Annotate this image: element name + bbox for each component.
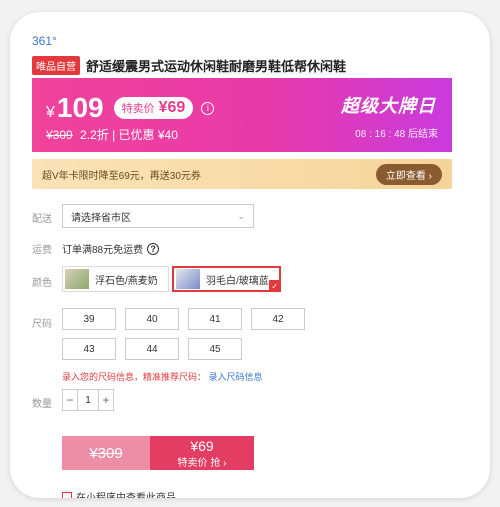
- mini-program-link[interactable]: 在小程序中查看此商品: [62, 489, 176, 498]
- special-price-value: ¥69: [158, 99, 186, 116]
- saved-text: | 已优惠 ¥40: [112, 128, 178, 142]
- product-card: 361° 唯品自营 舒适缓震男式运动休闲鞋耐磨男鞋低帮休闲鞋 ¥ 109 特卖价…: [10, 12, 490, 498]
- address-placeholder: 请选择省市区: [71, 212, 131, 224]
- self-operated-tag: 唯品自营: [32, 56, 80, 75]
- color-option[interactable]: 浮石色/燕麦奶: [62, 266, 169, 292]
- brand-name[interactable]: 361°: [32, 34, 57, 48]
- promo-view-button[interactable]: 立即查看 ›: [375, 163, 442, 185]
- shipping-text: 订单满88元免运费: [62, 245, 144, 256]
- delivery-label: 配送: [32, 214, 52, 225]
- special-price-badge: 特卖价 ¥69: [113, 97, 194, 119]
- help-icon[interactable]: ?: [147, 242, 160, 255]
- size-option[interactable]: 39: [62, 308, 116, 330]
- color-label: 颜色: [32, 278, 52, 289]
- chevron-down-icon: ⌄: [237, 210, 245, 221]
- size-hint-link[interactable]: 录入尺码信息: [209, 372, 263, 382]
- original-price: ¥309: [46, 128, 73, 142]
- size-option[interactable]: 45: [188, 338, 242, 360]
- color-option-name: 浮石色/燕麦奶: [95, 275, 158, 287]
- buy-price: ¥69: [190, 437, 214, 454]
- special-price-label: 特卖价: [121, 103, 155, 115]
- minus-button[interactable]: −: [63, 390, 77, 410]
- price-row: ¥ 109 特卖价 ¥69 i: [46, 92, 215, 124]
- quantity-stepper: − 1 +: [62, 389, 114, 411]
- buy-now-button[interactable]: ¥69 特卖价 抢 ›: [150, 436, 254, 470]
- size-option[interactable]: 41: [188, 308, 242, 330]
- color-option-name: 羽毛白/玻璃蓝: [206, 275, 269, 287]
- original-price-button[interactable]: ¥309: [62, 436, 150, 470]
- size-hint-text: 录入您的尺码信息，精准推荐尺码：: [62, 372, 207, 382]
- product-title: 舒适缓震男式运动休闲鞋耐磨男鞋低帮休闲鞋: [86, 59, 347, 74]
- info-icon[interactable]: i: [201, 101, 215, 115]
- discount-text: 2.2折: [80, 128, 109, 142]
- promo-bar[interactable]: 超V年卡限时降至69元，再送30元券 立即查看 ›: [32, 159, 452, 189]
- size-label: 尺码: [32, 319, 52, 330]
- countdown-timer: 08 : 16 : 48 后结束: [355, 129, 438, 140]
- price-sub-info: ¥309 2.2折 | 已优惠 ¥40: [46, 126, 178, 143]
- color-option[interactable]: 羽毛白/玻璃蓝 ✓: [172, 266, 281, 292]
- title-row: 唯品自营 舒适缓震男式运动休闲鞋耐磨男鞋低帮休闲鞋: [32, 56, 346, 75]
- quantity-label: 数量: [32, 399, 52, 410]
- shipping-info: 订单满88元免运费 ?: [62, 241, 160, 256]
- checkbox-icon[interactable]: [62, 491, 72, 498]
- selected-check-icon: ✓: [268, 280, 281, 292]
- buy-label: 特卖价 抢 ›: [177, 457, 227, 469]
- color-thumbnail: [65, 269, 89, 289]
- size-option[interactable]: 42: [251, 308, 305, 330]
- size-option[interactable]: 40: [125, 308, 179, 330]
- buy-bar: ¥309 ¥69 特卖价 抢 ›: [62, 436, 254, 470]
- color-thumbnail: [176, 269, 200, 289]
- shipping-label: 运费: [32, 245, 52, 256]
- quantity-value[interactable]: 1: [77, 390, 99, 410]
- currency-symbol: ¥: [46, 104, 55, 121]
- plus-button[interactable]: +: [99, 390, 113, 410]
- event-name: 超级大牌日: [341, 96, 436, 116]
- mini-program-text: 在小程序中查看此商品: [76, 489, 176, 498]
- price-banner: ¥ 109 特卖价 ¥69 i ¥309 2.2折 | 已优惠 ¥40 超级大牌…: [32, 78, 452, 152]
- size-hint: 录入您的尺码信息，精准推荐尺码： 录入尺码信息: [62, 370, 263, 383]
- address-select[interactable]: 请选择省市区 ⌄: [62, 204, 254, 228]
- current-price: 109: [56, 92, 104, 123]
- promo-text: 超V年卡限时降至69元，再送30元券: [42, 170, 201, 182]
- size-option[interactable]: 44: [125, 338, 179, 360]
- size-option[interactable]: 43: [62, 338, 116, 360]
